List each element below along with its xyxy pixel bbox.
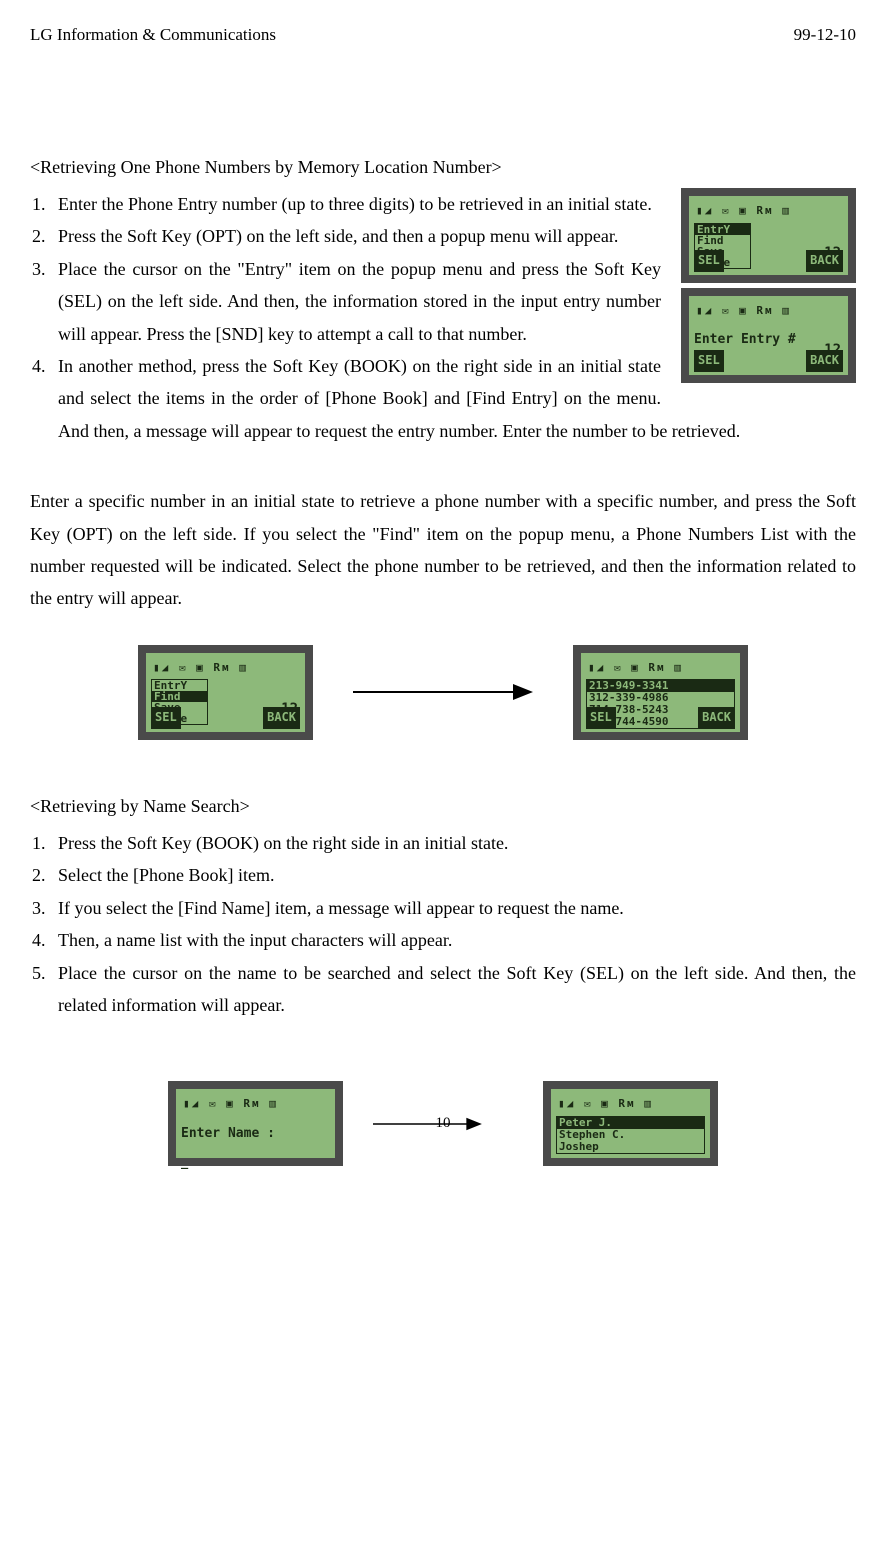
lcd-softkey-back: BACK bbox=[806, 350, 843, 372]
header-right: 99-12-10 bbox=[794, 20, 856, 51]
page-number: 10 bbox=[436, 1110, 451, 1137]
lcd-enter-entry-text: Enter Entry # bbox=[694, 320, 843, 351]
step2-2: Select the [Phone Book] item. bbox=[50, 859, 856, 891]
section-1-title: <Retrieving One Phone Numbers by Memory … bbox=[30, 151, 856, 183]
lcd-screen-phone-list: ▮◢ ✉ ▣ Rм ▥ 213-949-3341 312-339-4986 71… bbox=[573, 645, 748, 740]
lcd-softkey-sel: SEL bbox=[586, 707, 616, 729]
section-1: <Retrieving One Phone Numbers by Memory … bbox=[30, 151, 856, 740]
step2-5: Place the cursor on the name to be searc… bbox=[50, 957, 856, 1022]
section-2-steps: Press the Soft Key (BOOK) on the right s… bbox=[50, 827, 856, 1021]
page-header: LG Information & Communications 99-12-10 bbox=[30, 20, 856, 51]
lcd-screen-popup-menu: ▮◢ ✉ ▣ Rм ▥ EntrY Find Save Pause 12 SEL… bbox=[681, 188, 856, 283]
step2-1: Press the Soft Key (BOOK) on the right s… bbox=[50, 827, 856, 859]
lcd-screen-enter-name: ▮◢ ✉ ▣ Rм ▥ Enter Name : _ bbox=[168, 1081, 343, 1166]
screens-row-2: ▮◢ ✉ ▣ Rм ▥ Enter Name : _ 10 ▮◢ ✉ ▣ Rм … bbox=[30, 1081, 856, 1166]
arrow-icon bbox=[353, 682, 533, 702]
lcd-screen-find-menu: ▮◢ ✉ ▣ Rм ▥ EntrY Find Save Pause 12 SEL… bbox=[138, 645, 313, 740]
lcd-softkey-back: BACK bbox=[698, 707, 735, 729]
lcd-enter-name-text: Enter Name : bbox=[181, 1114, 330, 1145]
lcd-softkey-back: BACK bbox=[806, 250, 843, 272]
name-list-item: Joshep bbox=[557, 1141, 704, 1153]
lcd-status-icons: ▮◢ ✉ ▣ Rм ▥ bbox=[694, 301, 843, 321]
lcd-status-icons: ▮◢ ✉ ▣ Rм ▥ bbox=[556, 1094, 705, 1114]
header-left: LG Information & Communications bbox=[30, 20, 276, 51]
lcd-status-icons: ▮◢ ✉ ▣ Rм ▥ bbox=[151, 658, 300, 678]
lcd-name-list: Peter J. Stephen C. Joshep bbox=[556, 1116, 705, 1154]
lcd-status-icons: ▮◢ ✉ ▣ Rм ▥ bbox=[181, 1094, 330, 1114]
step2-3: If you select the [Find Name] item, a me… bbox=[50, 892, 856, 924]
lcd-screen-enter-entry: ▮◢ ✉ ▣ Rм ▥ Enter Entry # 12 SEL BACK bbox=[681, 288, 856, 383]
lcd-softkey-back: BACK bbox=[263, 707, 300, 729]
lcd-cursor: _ bbox=[181, 1146, 330, 1174]
lcd-screen-name-list: ▮◢ ✉ ▣ Rм ▥ Peter J. Stephen C. Joshep bbox=[543, 1081, 718, 1166]
lcd-softkey-sel: SEL bbox=[151, 707, 181, 729]
step2-4: Then, a name list with the input charact… bbox=[50, 924, 856, 956]
section-1-paragraph: Enter a specific number in an initial st… bbox=[30, 485, 856, 615]
lcd-softkey-sel: SEL bbox=[694, 350, 724, 372]
lcd-status-icons: ▮◢ ✉ ▣ Rм ▥ bbox=[694, 201, 843, 221]
screens-row-1: ▮◢ ✉ ▣ Rм ▥ EntrY Find Save Pause 12 SEL… bbox=[30, 645, 856, 740]
lcd-softkey-sel: SEL bbox=[694, 250, 724, 272]
section-2-title: <Retrieving by Name Search> bbox=[30, 790, 856, 822]
section-2: <Retrieving by Name Search> Press the So… bbox=[30, 790, 856, 1167]
lcd-status-icons: ▮◢ ✉ ▣ Rм ▥ bbox=[586, 658, 735, 678]
